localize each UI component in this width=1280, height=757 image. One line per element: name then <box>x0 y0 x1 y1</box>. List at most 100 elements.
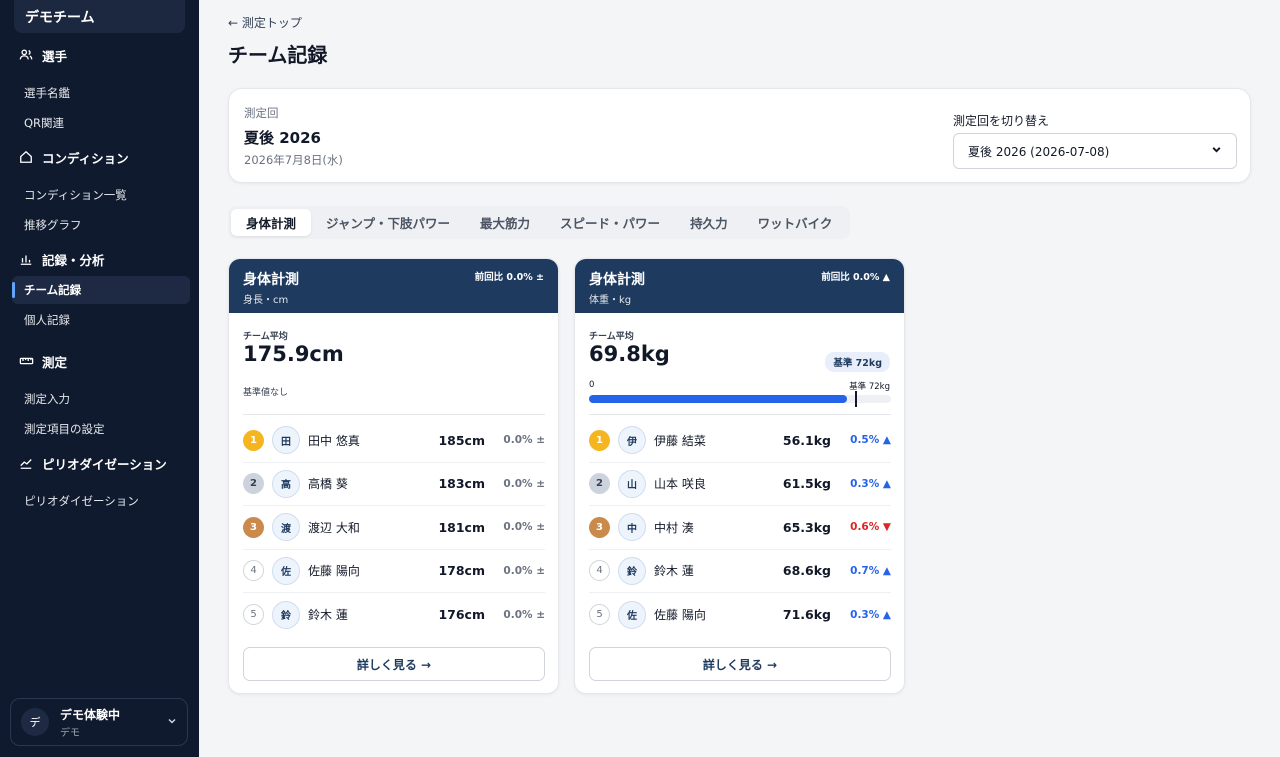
player-value: 178cm <box>438 563 485 579</box>
player-diff: 0.0% ± <box>503 564 545 577</box>
tab-max-strength[interactable]: 最大筋力 <box>465 209 545 236</box>
avatar: デ <box>21 708 49 736</box>
sidebar-item-personal-records[interactable]: 個人記録 <box>12 306 190 334</box>
player-diff: 0.5% ▲ <box>850 434 891 447</box>
ranking-row[interactable]: 4 鈴 鈴木 蓮 68.6kg 0.7% ▲ <box>589 550 891 593</box>
nav-heading-label: 記録・分析 <box>42 252 105 268</box>
sidebar-item-qr[interactable]: QR関連 <box>12 109 190 137</box>
team-average-value: 175.9cm <box>243 342 344 366</box>
avatar: 渡 <box>272 513 300 542</box>
avatar: 山 <box>618 469 646 498</box>
sidebar-item-trend-graph[interactable]: 推移グラフ <box>12 211 190 239</box>
ranking-row[interactable]: 5 鈴 鈴木 蓮 176cm 0.0% ± <box>243 593 545 637</box>
nav-section-condition: コンディション コンディション一覧 推移グラフ <box>0 147 199 239</box>
user-role: デモ <box>60 727 80 739</box>
view-details-button[interactable]: 詳しく見る → <box>243 647 545 681</box>
tab-body-measurement[interactable]: 身体計測 <box>231 209 312 236</box>
rank-badge: 1 <box>589 429 610 451</box>
bar-min-label: 0 <box>589 380 595 390</box>
ranking-row[interactable]: 1 田 田中 悠真 185cm 0.0% ± <box>243 419 545 463</box>
ranking-list: 1 伊 伊藤 結菜 56.1kg 0.5% ▲ 2 山 山本 咲良 61.5kg… <box>589 419 891 637</box>
ruler-icon <box>18 353 34 369</box>
divider <box>589 414 891 415</box>
back-link[interactable]: ← 測定トップ <box>228 14 302 31</box>
sidebar-item-periodization[interactable]: ピリオダイゼーション <box>12 487 190 515</box>
nav-section-records: 記録・分析 チーム記録 個人記録 <box>0 249 199 334</box>
player-value: 176cm <box>438 607 485 623</box>
tab-jump-power[interactable]: ジャンプ・下肢パワー <box>311 209 465 236</box>
player-name: 山本 咲良 <box>654 477 706 492</box>
team-average-label: チーム平均 <box>243 332 288 342</box>
avatar: 伊 <box>618 426 646 455</box>
sidebar-item-player-directory[interactable]: 選手名鑑 <box>12 79 190 107</box>
sidebar-item-condition-list[interactable]: コンディション一覧 <box>12 181 190 209</box>
session-date: 2026年7月8日(水) <box>244 153 343 167</box>
player-name: 渡辺 大和 <box>308 520 360 535</box>
metric-card-height: 身体計測 身長・cm 前回比 0.0% ± チーム平均 175.9cm 基準値な… <box>228 258 559 694</box>
team-switcher[interactable]: デモチーム <box>14 0 185 33</box>
sidebar-item-measurement-input[interactable]: 測定入力 <box>12 385 190 413</box>
player-value: 61.5kg <box>782 476 831 492</box>
player-diff: 0.6% ▼ <box>850 521 891 534</box>
rank-badge: 5 <box>243 604 264 626</box>
nav-heading-players: 選手 <box>0 45 199 65</box>
rank-badge: 4 <box>589 560 610 582</box>
player-diff: 0.3% ▲ <box>850 608 891 621</box>
nav-heading-label: コンディション <box>42 150 129 166</box>
nav-heading-label: 選手 <box>42 48 68 64</box>
player-value: 68.6kg <box>782 563 831 579</box>
view-details-button[interactable]: 詳しく見る → <box>589 647 891 681</box>
rank-badge: 3 <box>589 516 610 538</box>
ranking-row[interactable]: 3 中 中村 湊 65.3kg 0.6% ▼ <box>589 506 891 550</box>
nav-heading-label: ピリオダイゼーション <box>42 456 167 472</box>
card-prev-diff: 前回比 0.0% ▲ <box>821 272 890 283</box>
ranking-row[interactable]: 4 佐 佐藤 陽向 178cm 0.0% ± <box>243 550 545 593</box>
bar-chart-icon <box>18 251 34 267</box>
ranking-row[interactable]: 1 伊 伊藤 結菜 56.1kg 0.5% ▲ <box>589 419 891 463</box>
tab-wattbike[interactable]: ワットバイク <box>743 209 848 236</box>
rank-badge: 2 <box>589 473 610 495</box>
nav-heading-measurement: 測定 <box>0 351 199 371</box>
sidebar-item-measurement-settings[interactable]: 測定項目の設定 <box>12 415 190 443</box>
nav-section-players: 選手 選手名鑑 QR関連 <box>0 45 199 137</box>
player-diff: 0.0% ± <box>503 434 545 447</box>
player-name: 伊藤 結菜 <box>654 433 706 448</box>
page-title: チーム記録 <box>228 43 328 67</box>
progress-bar-fill <box>589 395 848 403</box>
nav-heading-condition: コンディション <box>0 147 199 167</box>
team-average-value: 69.8kg <box>589 342 670 366</box>
rank-badge: 4 <box>243 560 264 582</box>
ranking-row[interactable]: 2 高 高橋 葵 183cm 0.0% ± <box>243 463 545 506</box>
avatar: 田 <box>272 426 300 455</box>
session-switch-label: 測定回を切り替え <box>953 114 1050 128</box>
ranking-row[interactable]: 5 佐 佐藤 陽向 71.6kg 0.3% ▲ <box>589 593 891 637</box>
player-diff: 0.0% ± <box>503 521 545 534</box>
chevron-down-icon <box>167 716 177 729</box>
home-icon <box>18 149 34 165</box>
trend-chart-icon <box>18 455 34 471</box>
user-menu[interactable]: デ デモ体験中 デモ <box>10 698 188 746</box>
sidebar: デモチーム 選手 選手名鑑 QR関連 コンディション コンディション一覧 推移グ… <box>0 0 199 757</box>
player-name: 鈴木 蓮 <box>654 564 694 579</box>
nav-heading-label: 測定 <box>42 354 68 370</box>
tab-speed-power[interactable]: スピード・パワー <box>545 209 675 236</box>
avatar: 鈴 <box>618 556 646 585</box>
ranking-row[interactable]: 3 渡 渡辺 大和 181cm 0.0% ± <box>243 506 545 550</box>
metric-card-weight: 身体計測 体重・kg 前回比 0.0% ▲ チーム平均 69.8kg 基準 72… <box>574 258 905 694</box>
ranking-row[interactable]: 2 山 山本 咲良 61.5kg 0.3% ▲ <box>589 463 891 506</box>
player-diff: 0.0% ± <box>503 608 545 621</box>
player-value: 183cm <box>438 476 485 492</box>
user-name: デモ体験中 <box>60 707 121 722</box>
tab-endurance[interactable]: 持久力 <box>675 209 743 236</box>
session-card: 測定回 夏後 2026 2026年7月8日(水) 測定回を切り替え 夏後 202… <box>228 88 1251 183</box>
card-subtitle: 身長・cm <box>243 295 289 306</box>
sidebar-item-team-records[interactable]: チーム記録 <box>12 276 190 304</box>
standard-badge: 基準 72kg <box>825 352 890 372</box>
card-header: 身体計測 体重・kg 前回比 0.0% ▲ <box>575 259 904 313</box>
player-name: 佐藤 陽向 <box>654 608 706 623</box>
divider <box>243 414 545 415</box>
progress-bar <box>589 391 891 407</box>
session-select[interactable]: 夏後 2026 (2026-07-08) <box>953 133 1237 169</box>
avatar: 鈴 <box>272 600 300 629</box>
card-prev-diff: 前回比 0.0% ± <box>474 272 544 283</box>
